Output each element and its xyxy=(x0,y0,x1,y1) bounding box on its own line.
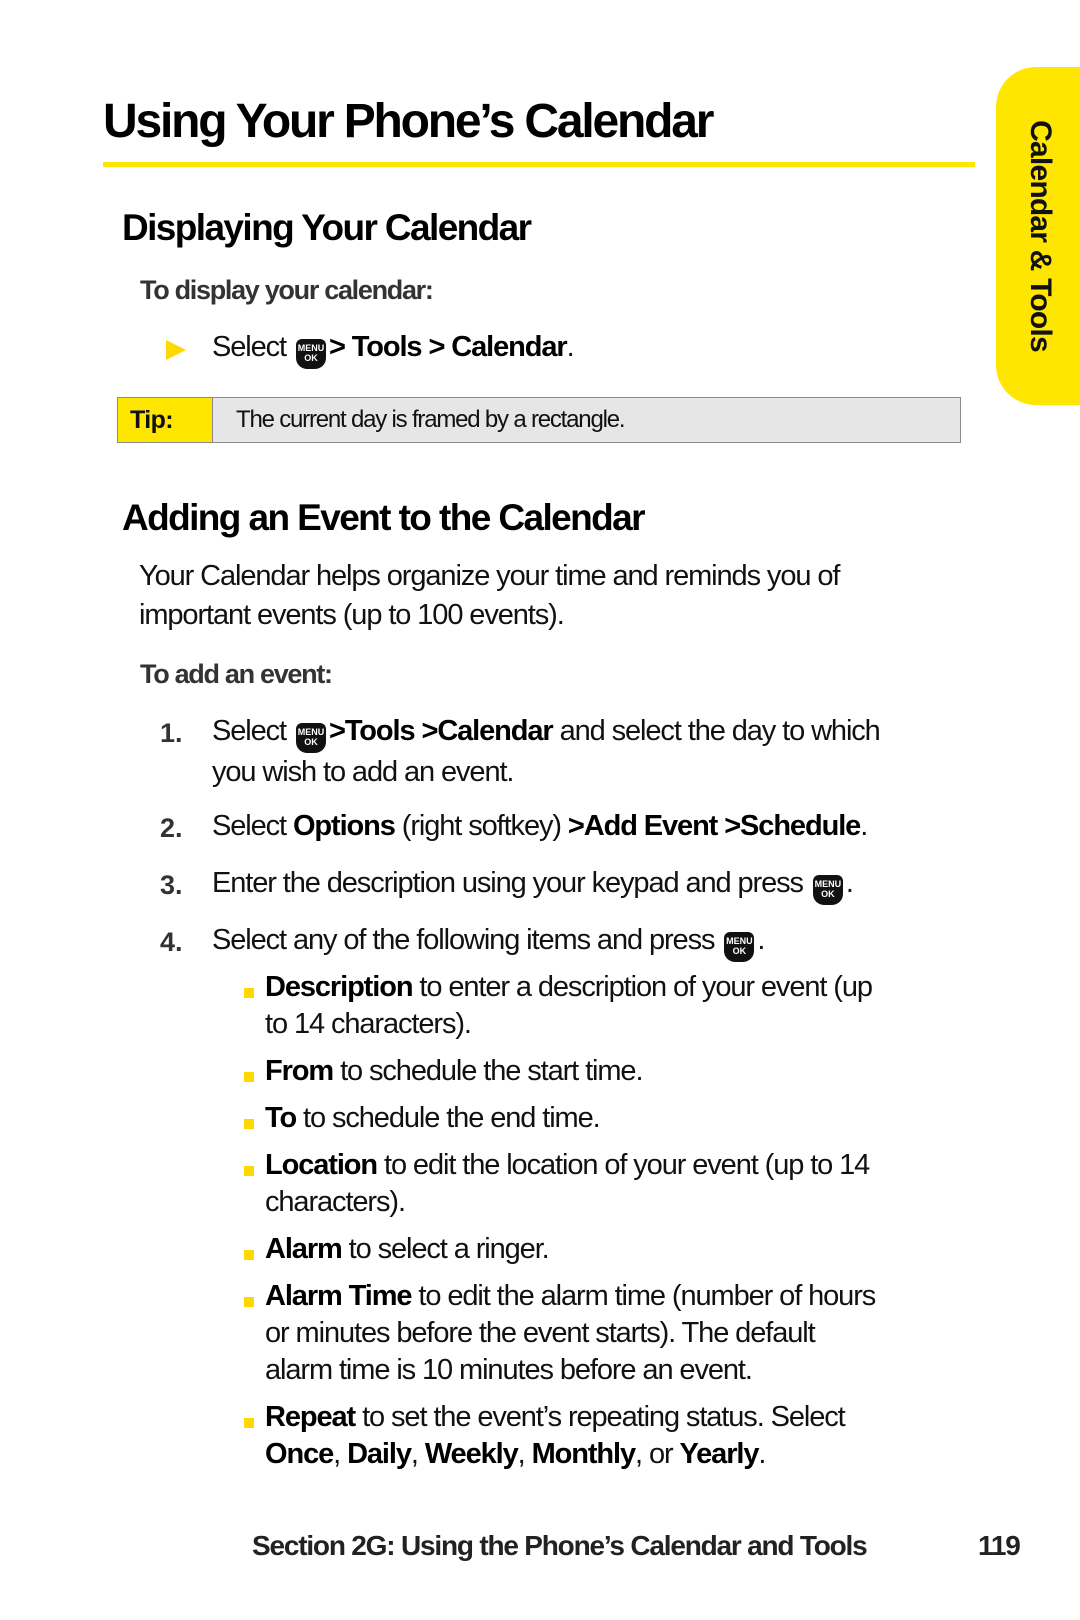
page-number: 119 xyxy=(978,1530,1021,1561)
option-description-line-2: to 14 characters). xyxy=(265,1008,472,1040)
step-suffix: . xyxy=(566,331,575,363)
option-location-line-2: characters). xyxy=(265,1186,406,1218)
page-title: Using Your Phone’s Calendar xyxy=(103,95,714,148)
intro-line-2: important events (up to 100 events). xyxy=(139,599,565,631)
footer-section-label: Section 2G: Using the Phone’s Calendar a… xyxy=(252,1530,868,1561)
option-repeat: Repeat to set the event’s repeating stat… xyxy=(265,1401,846,1433)
section-heading-adding-event: Adding an Event to the Calendar xyxy=(122,497,646,538)
square-bullet-icon xyxy=(244,1119,254,1129)
option-description: Description to enter a description of yo… xyxy=(265,971,873,1003)
square-bullet-icon xyxy=(244,1418,254,1428)
square-bullet-icon xyxy=(244,1250,254,1260)
arrow-bullet-icon xyxy=(166,340,186,360)
title-rule xyxy=(103,162,975,167)
section-heading-displaying-calendar: Displaying Your Calendar xyxy=(122,207,532,248)
option-alarm-time: Alarm Time to edit the alarm time (numbe… xyxy=(265,1280,876,1312)
option-repeat-line-2: Once, Daily, Weekly, Monthly, or Yearly. xyxy=(265,1438,766,1470)
option-from: From to schedule the start time. xyxy=(265,1055,644,1087)
step-3-line: Enter the description using your keypad … xyxy=(212,867,854,905)
chapter-side-tab-label: Calendar & Tools xyxy=(1024,120,1057,352)
menu-ok-key-icon: MENU OK xyxy=(724,932,755,962)
menu-path-tools: Tools xyxy=(351,331,423,363)
menu-ok-key-icon: MENU OK xyxy=(295,723,326,753)
square-bullet-icon xyxy=(244,1166,254,1176)
option-alarm-time-line-3: alarm time is 10 minutes before an event… xyxy=(265,1354,753,1386)
menu-ok-key-icon: MENU OK xyxy=(812,875,843,905)
square-bullet-icon xyxy=(244,1297,254,1307)
option-to: To to schedule the end time. xyxy=(265,1102,601,1134)
display-step: Select MENU OK > Tools > Calendar. xyxy=(212,331,575,369)
option-location: Location to edit the location of your ev… xyxy=(265,1149,870,1181)
procedure-heading-display: To display your calendar: xyxy=(140,275,434,305)
separator: > xyxy=(328,331,346,363)
menu-ok-key-icon: MENU OK xyxy=(295,339,326,369)
step-number: 3. xyxy=(160,870,183,900)
option-alarm: Alarm to select a ringer. xyxy=(265,1233,550,1265)
tip-box: Tip: The current day is framed by a rect… xyxy=(117,397,961,443)
procedure-heading-add: To add an event: xyxy=(140,659,333,689)
tip-text: The current day is framed by a rectangle… xyxy=(236,406,626,433)
step-2-line: Select Options (right softkey) >Add Even… xyxy=(212,810,868,842)
step-number: 1. xyxy=(160,718,183,748)
step-prefix: Select xyxy=(212,331,287,363)
step-number: 4. xyxy=(160,927,183,957)
option-alarm-time-line-2: or minutes before the event starts). The… xyxy=(265,1317,816,1349)
separator: > xyxy=(428,331,445,363)
square-bullet-icon xyxy=(244,988,254,998)
tip-label: Tip: xyxy=(118,398,213,442)
menu-path-calendar: Calendar xyxy=(451,331,567,363)
step-1-line-1: Select MENU OK >Tools >Calendar and select… xyxy=(212,715,881,753)
step-4-line: Select any of the following items and pr… xyxy=(212,924,765,962)
square-bullet-icon xyxy=(244,1072,254,1082)
intro-line-1: Your Calendar helps organize your time a… xyxy=(139,560,840,592)
step-number: 2. xyxy=(160,813,183,843)
step-1-line-2: you wish to add an event. xyxy=(212,756,514,788)
